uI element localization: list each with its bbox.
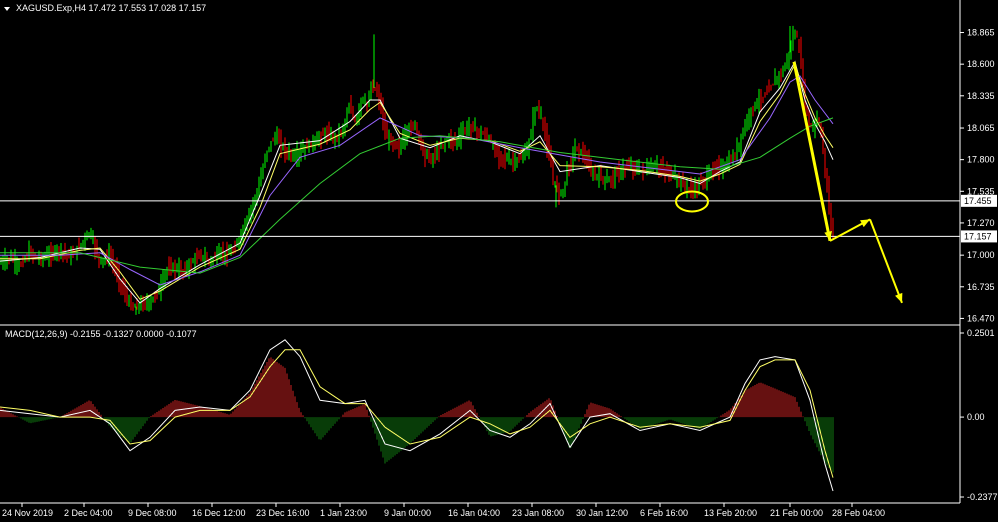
time-tick-label: 1 Jan 23:00 bbox=[320, 508, 367, 518]
time-tick-label: 23 Jan 08:00 bbox=[512, 508, 564, 518]
price-tick-label: 17.000 bbox=[967, 250, 995, 260]
time-tick-label: 21 Feb 00:00 bbox=[770, 508, 823, 518]
price-tick-label: 17.535 bbox=[967, 186, 995, 196]
candles bbox=[0, 25, 834, 315]
macd-line bbox=[0, 339, 834, 492]
moving-averages bbox=[0, 60, 834, 304]
price-tick-label: 16.735 bbox=[967, 282, 995, 292]
arrowhead bbox=[895, 292, 903, 303]
price-tick-label: 18.865 bbox=[967, 28, 995, 38]
horizontal-lines[interactable]: 17.455 17.157 bbox=[0, 194, 997, 243]
moving-average-line bbox=[0, 117, 834, 274]
price-tick-label: 16.470 bbox=[967, 313, 995, 323]
time-tick-label: 9 Jan 00:00 bbox=[384, 508, 431, 518]
price-tick-label: 18.335 bbox=[967, 91, 995, 101]
time-tick-label: 30 Jan 12:00 bbox=[576, 508, 628, 518]
time-tick-label: 6 Feb 16:00 bbox=[640, 508, 688, 518]
price-tick-label: 18.065 bbox=[967, 123, 995, 133]
price-label-text: 17.157 bbox=[964, 231, 992, 241]
highlight-ellipse bbox=[675, 190, 709, 213]
chart-canvas[interactable]: XAGUSD.Exp,H4 17.472 17.553 17.028 17.15… bbox=[0, 0, 998, 522]
moving-average-line bbox=[0, 62, 834, 300]
time-axis: 24 Nov 2019 2 Dec 04:00 9 Dec 08:00 16 Dec … bbox=[2, 503, 885, 518]
macd-tick-label: -0.2377 bbox=[967, 492, 998, 502]
time-tick-label: 2 Dec 04:00 bbox=[64, 508, 113, 518]
time-tick-label: 24 Nov 2019 bbox=[2, 508, 53, 518]
macd-header: MACD(12,26,9) -0.2155 -0.1327 0.0000 -0.… bbox=[5, 329, 197, 339]
arrow-segment bbox=[869, 218, 903, 304]
price-tick-label: 17.270 bbox=[967, 218, 995, 228]
macd-axis: 0.2501 0.00 -0.2377 bbox=[960, 328, 998, 502]
price-axis: 18.865 18.600 18.335 18.065 17.800 17.535 17.2… bbox=[960, 28, 995, 323]
price-tick-label: 17.800 bbox=[967, 155, 995, 165]
price-tick-label: 18.600 bbox=[967, 59, 995, 69]
chart-window: XAGUSD.Exp,H4 17.472 17.553 17.028 17.15… bbox=[0, 0, 998, 522]
price-label-text: 17.455 bbox=[964, 196, 992, 206]
signal-line bbox=[0, 349, 834, 478]
symbol-header: XAGUSD.Exp,H4 17.472 17.553 17.028 17.15… bbox=[16, 3, 206, 13]
macd-pane bbox=[0, 339, 834, 492]
time-tick-label: 16 Dec 12:00 bbox=[192, 508, 246, 518]
time-tick-label: 13 Feb 20:00 bbox=[704, 508, 757, 518]
time-tick-label: 23 Dec 16:00 bbox=[256, 508, 310, 518]
moving-average-line bbox=[0, 75, 834, 286]
annotations[interactable] bbox=[675, 61, 903, 304]
collapse-triangle-icon[interactable] bbox=[4, 7, 10, 11]
time-tick-label: 16 Jan 04:00 bbox=[448, 508, 500, 518]
time-tick-label: 28 Feb 04:00 bbox=[832, 508, 885, 518]
time-tick-label: 9 Dec 08:00 bbox=[128, 508, 177, 518]
macd-tick-label: 0.2501 bbox=[967, 328, 995, 338]
macd-tick-label: 0.00 bbox=[967, 412, 985, 422]
